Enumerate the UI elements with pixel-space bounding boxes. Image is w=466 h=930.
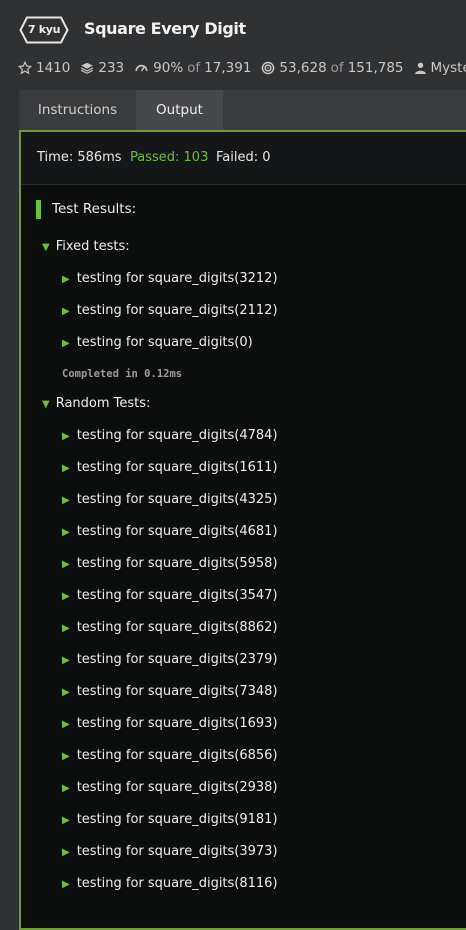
- group-random-tests[interactable]: ▼ Random Tests:: [42, 396, 150, 411]
- arrow-right-icon: ▶: [62, 463, 70, 474]
- summary-time: Time: 586ms: [37, 150, 122, 165]
- gauge-icon: [135, 64, 148, 72]
- arrow-right-icon: ▶: [62, 495, 70, 506]
- test-label: testing for square_digits(4325): [76, 492, 278, 507]
- summary-passed: Passed: 103: [130, 150, 209, 165]
- test-item[interactable]: ▶ testing for square_digits(0): [62, 335, 253, 350]
- test-item[interactable]: ▶ testing for square_digits(2112): [62, 303, 278, 318]
- test-item[interactable]: ▶ testing for square_digits(7348): [62, 684, 278, 699]
- test-item[interactable]: ▶ testing for square_digits(5958): [62, 556, 278, 571]
- results-accent-bar: [36, 200, 41, 219]
- user-icon: [414, 62, 426, 74]
- completions-stat: 53,628 of 151,785: [261, 60, 404, 76]
- arrow-right-icon: ▶: [62, 559, 70, 570]
- test-item[interactable]: ▶ testing for square_digits(2379): [62, 652, 278, 667]
- rank-badge: 7 kyu: [19, 16, 69, 44]
- arrow-right-icon: ▶: [62, 879, 70, 890]
- arrow-right-icon: ▶: [62, 527, 70, 538]
- star-icon: [18, 61, 32, 75]
- test-label: testing for square_digits(3547): [76, 588, 278, 603]
- stars-count: 1410: [36, 60, 71, 76]
- arrow-right-icon: ▶: [62, 306, 70, 317]
- arrow-right-icon: ▶: [62, 847, 70, 858]
- arrow-right-icon: ▶: [62, 687, 70, 698]
- test-item[interactable]: ▶ testing for square_digits(1611): [62, 460, 278, 475]
- summary-failed: Failed: 0: [216, 150, 271, 165]
- test-label: testing for square_digits(8862): [76, 620, 278, 635]
- group-label: Random Tests:: [55, 396, 151, 411]
- test-label: testing for square_digits(4681): [76, 524, 278, 539]
- layers-icon: [81, 62, 94, 74]
- arrow-right-icon: ▶: [62, 751, 70, 762]
- test-label: testing for square_digits(3212): [76, 271, 278, 286]
- test-label: testing for square_digits(6856): [76, 748, 278, 763]
- arrow-right-icon: ▶: [62, 623, 70, 634]
- test-label: testing for square_digits(9181): [76, 812, 278, 827]
- test-item[interactable]: ▶ testing for square_digits(2938): [62, 780, 278, 795]
- test-label: testing for square_digits(0): [76, 335, 253, 350]
- arrow-right-icon: ▶: [62, 655, 70, 666]
- results-summary: Time: 586ms Passed: 103 Failed: 0: [21, 132, 466, 185]
- arrow-right-icon: ▶: [62, 719, 70, 730]
- test-label: testing for square_digits(5958): [76, 556, 278, 571]
- group-fixed-tests[interactable]: ▼ Fixed tests:: [42, 239, 130, 254]
- test-label: testing for square_digits(1693): [76, 716, 278, 731]
- test-item[interactable]: ▶ testing for square_digits(1693): [62, 716, 278, 731]
- completed-time: Completed in 0.12ms: [62, 368, 183, 380]
- test-item[interactable]: ▶ testing for square_digits(4325): [62, 492, 278, 507]
- test-item[interactable]: ▶ testing for square_digits(3547): [62, 588, 278, 603]
- arrow-right-icon: ▶: [62, 274, 70, 285]
- test-label: testing for square_digits(2112): [76, 303, 278, 318]
- test-item[interactable]: ▶ testing for square_digits(4784): [62, 428, 278, 443]
- satisfaction-stat: 90% of 17,391: [134, 60, 251, 76]
- kata-stats: 1410 233 90% of 17,391 53,628 of 151,785…: [18, 58, 466, 78]
- collections-stat: 233: [80, 60, 124, 76]
- test-label: testing for square_digits(4784): [76, 428, 278, 443]
- test-item[interactable]: ▶ testing for square_digits(3212): [62, 271, 278, 286]
- author-stat[interactable]: Myster: [414, 60, 466, 76]
- output-panel: Time: 586ms Passed: 103 Failed: 0 Test R…: [19, 130, 466, 930]
- caret-down-icon: ▼: [42, 242, 50, 253]
- tab-output[interactable]: Output: [136, 90, 223, 130]
- completions-of-label: of: [330, 60, 344, 76]
- test-item[interactable]: ▶ testing for square_digits(8116): [62, 876, 278, 891]
- rank-badge-label: 7 kyu: [27, 23, 61, 36]
- satisfaction-total: 17,391: [204, 60, 252, 76]
- test-label: testing for square_digits(2379): [76, 652, 278, 667]
- tab-instructions[interactable]: Instructions: [19, 90, 136, 130]
- author-name[interactable]: Myster: [431, 60, 466, 76]
- test-label: testing for square_digits(1611): [76, 460, 278, 475]
- arrow-right-icon: ▶: [62, 783, 70, 794]
- test-item[interactable]: ▶ testing for square_digits(8862): [62, 620, 278, 635]
- stars-stat[interactable]: 1410: [18, 60, 70, 76]
- kata-header: 7 kyu Square Every Digit 1410 233 90% of: [0, 0, 466, 90]
- test-label: testing for square_digits(8116): [76, 876, 278, 891]
- arrow-right-icon: ▶: [62, 338, 70, 349]
- test-item[interactable]: ▶ testing for square_digits(9181): [62, 812, 278, 827]
- satisfaction-of-label: of: [187, 60, 201, 76]
- tab-bar: Instructions Output: [19, 90, 466, 130]
- test-item[interactable]: ▶ testing for square_digits(4681): [62, 524, 278, 539]
- arrow-right-icon: ▶: [62, 431, 70, 442]
- target-icon: [262, 61, 275, 75]
- arrow-right-icon: ▶: [62, 815, 70, 826]
- completions-total: 151,785: [347, 60, 404, 76]
- test-label: testing for square_digits(2938): [76, 780, 278, 795]
- test-item[interactable]: ▶ testing for square_digits(3973): [62, 844, 278, 859]
- test-label: testing for square_digits(7348): [76, 684, 278, 699]
- satisfaction-percent: 90%: [153, 60, 184, 76]
- group-label: Fixed tests:: [55, 239, 130, 254]
- test-label: testing for square_digits(3973): [76, 844, 278, 859]
- completions-count: 53,628: [279, 60, 327, 76]
- arrow-right-icon: ▶: [62, 591, 70, 602]
- collections-count: 233: [98, 60, 125, 76]
- test-item[interactable]: ▶ testing for square_digits(6856): [62, 748, 278, 763]
- caret-down-icon: ▼: [42, 399, 50, 410]
- kata-title: Square Every Digit: [84, 19, 246, 38]
- test-results-title: Test Results:: [52, 201, 137, 217]
